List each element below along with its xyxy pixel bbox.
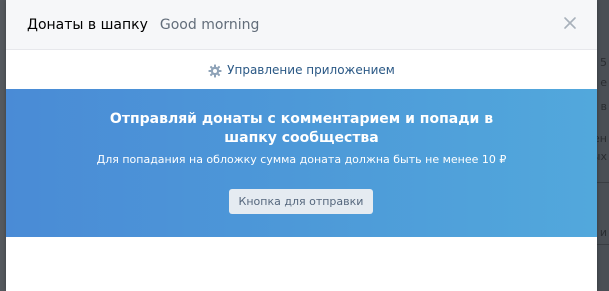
background-divider [597, 244, 609, 245]
modal-header: Донаты в шапку Good morning [6, 0, 597, 50]
gear-icon [208, 63, 222, 77]
background-text: и [599, 226, 607, 239]
modal-subtitle: Good morning [159, 16, 260, 33]
background-text: 5 [600, 56, 607, 69]
background-text: в [600, 100, 607, 113]
background-divider [597, 182, 609, 183]
background-text: е [600, 76, 607, 89]
app-modal: Донаты в шапку Good morning Управление п… [6, 0, 597, 291]
modal-title: Донаты в шапку [27, 16, 148, 33]
manage-app-label: Управление приложением [227, 62, 395, 77]
banner-description: Для попадания на обложку сумма доната до… [96, 153, 507, 166]
donate-banner: Отправляй донаты с комментарием и попади… [6, 89, 597, 237]
close-icon[interactable] [561, 14, 579, 32]
banner-title: Отправляй донаты с комментарием и попади… [109, 111, 494, 146]
manage-app-link[interactable]: Управление приложением [208, 63, 395, 77]
manage-row: Управление приложением [6, 50, 597, 89]
send-donate-button[interactable]: Кнопка для отправки [229, 189, 373, 214]
